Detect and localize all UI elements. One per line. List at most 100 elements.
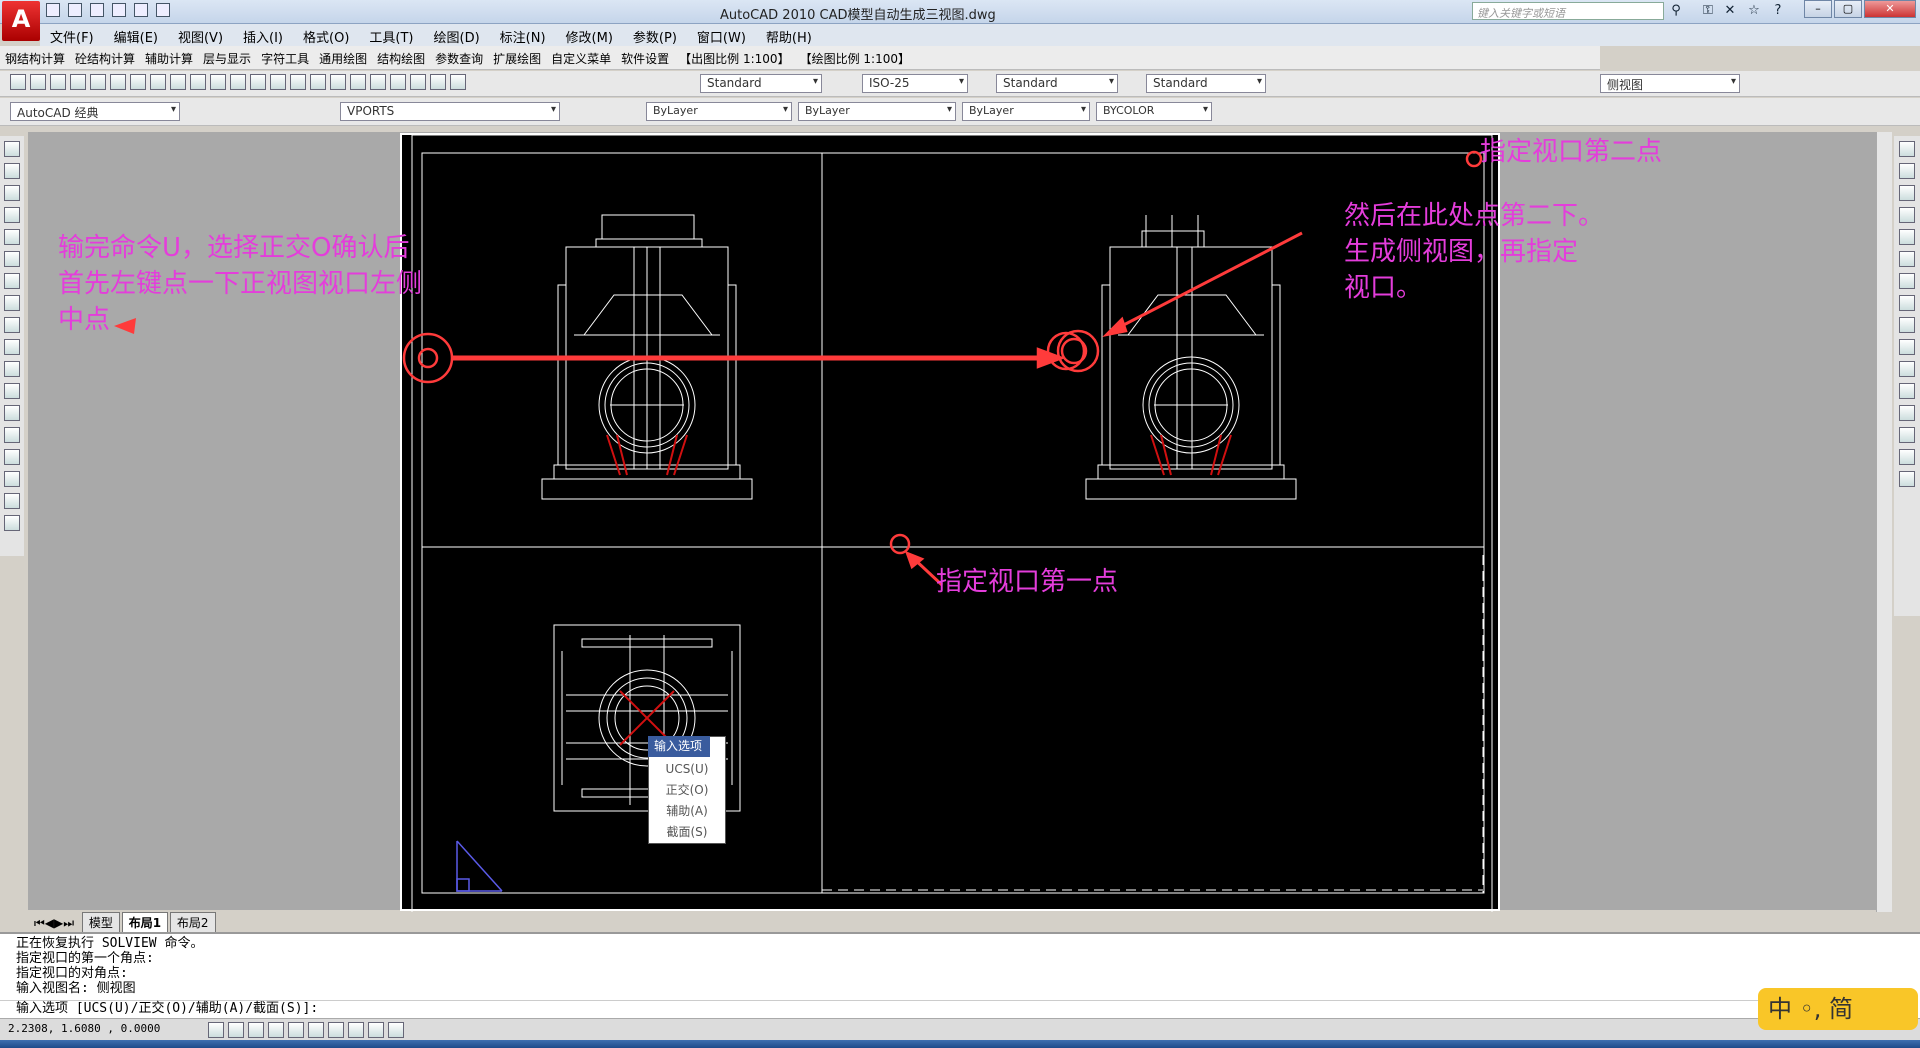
revcloud-icon[interactable]: [4, 295, 20, 311]
lineweight-select[interactable]: ByLayer: [962, 102, 1090, 121]
gradient-icon[interactable]: [4, 449, 20, 465]
region-icon[interactable]: [4, 471, 20, 487]
maximize-button[interactable]: ▢: [1834, 0, 1862, 18]
zoom-icon[interactable]: [270, 74, 286, 90]
menu2-item[interactable]: 【绘图比例 1:100】: [795, 46, 915, 67]
menu2-item[interactable]: 自定义菜单: [546, 46, 616, 67]
construction-line-icon[interactable]: [4, 163, 20, 179]
hatch-icon[interactable]: [4, 427, 20, 443]
scale-icon[interactable]: [1899, 295, 1915, 311]
binoculars-icon[interactable]: ⚲: [1668, 3, 1684, 19]
ime-toolbar[interactable]: 中 ◦, 简: [1758, 988, 1918, 1030]
menu-parametric[interactable]: 参数(P): [623, 24, 687, 46]
menu2-item[interactable]: 层与显示: [198, 46, 256, 67]
spline-icon[interactable]: [4, 317, 20, 333]
menu2-item[interactable]: 砼结构计算: [70, 46, 140, 67]
copy-icon[interactable]: [150, 74, 166, 90]
key-icon[interactable]: ⚿: [1700, 3, 1716, 19]
rotate-icon[interactable]: [1899, 273, 1915, 289]
save-icon[interactable]: [50, 74, 66, 90]
point-icon[interactable]: [4, 405, 20, 421]
zoom-window-icon[interactable]: [290, 74, 306, 90]
circle-icon[interactable]: [4, 273, 20, 289]
tool-palette-icon[interactable]: [370, 74, 386, 90]
layout-paper[interactable]: [400, 133, 1500, 913]
paste-icon[interactable]: [170, 74, 186, 90]
rectangle-icon[interactable]: [4, 229, 20, 245]
workspace-select[interactable]: AutoCAD 经典: [10, 102, 180, 121]
menu2-item[interactable]: 辅助计算: [140, 46, 198, 67]
grid-toggle-icon[interactable]: [228, 1022, 244, 1038]
linetype-select[interactable]: ByLayer: [798, 102, 956, 121]
osnap-toggle-icon[interactable]: [288, 1022, 304, 1038]
menu-draw[interactable]: 绘图(D): [424, 24, 490, 46]
zoom-prev-icon[interactable]: [310, 74, 326, 90]
chamfer-icon[interactable]: [1899, 427, 1915, 443]
close-x-icon[interactable]: ✕: [1722, 3, 1738, 19]
vertical-scrollbar[interactable]: [1876, 132, 1892, 912]
view-select[interactable]: 侧视图: [1600, 74, 1740, 93]
move-icon[interactable]: [1899, 251, 1915, 267]
color-select[interactable]: ByLayer: [646, 102, 792, 121]
menu2-item[interactable]: 钢结构计算: [0, 46, 70, 67]
menu2-item[interactable]: 软件设置: [616, 46, 674, 67]
preview-icon[interactable]: [90, 74, 106, 90]
mleader-style-select[interactable]: Standard: [1146, 74, 1266, 93]
app-logo[interactable]: A: [2, 1, 40, 41]
menu-window[interactable]: 窗口(W): [687, 24, 756, 46]
tab-layout2[interactable]: 布局2: [169, 912, 216, 933]
properties-icon[interactable]: [330, 74, 346, 90]
line-icon[interactable]: [4, 141, 20, 157]
redo-icon[interactable]: [134, 3, 148, 17]
cut-icon[interactable]: [130, 74, 146, 90]
offset-icon[interactable]: [1899, 207, 1915, 223]
menu2-item[interactable]: 结构绘图: [372, 46, 430, 67]
match-prop-icon[interactable]: [190, 74, 206, 90]
explode-icon[interactable]: [1899, 471, 1915, 487]
layer-select[interactable]: VPORTS: [340, 102, 560, 121]
menu-dimension[interactable]: 标注(N): [490, 24, 556, 46]
context-item-auxiliary[interactable]: 辅助(A): [649, 801, 725, 822]
open-icon[interactable]: [68, 3, 82, 17]
menu2-item[interactable]: 通用绘图: [314, 46, 372, 67]
command-input[interactable]: 输入选项 [UCS(U)/正交(O)/辅助(A)/截面(S)]:: [0, 1000, 1880, 1018]
minimize-button[interactable]: –: [1804, 0, 1832, 18]
join-icon[interactable]: [1899, 405, 1915, 421]
print-icon[interactable]: [156, 3, 170, 17]
menu2-item[interactable]: 参数查询: [430, 46, 488, 67]
search-input[interactable]: 键入关键字或短语: [1472, 2, 1664, 20]
qp-toggle-icon[interactable]: [388, 1022, 404, 1038]
array-icon[interactable]: [1899, 229, 1915, 245]
close-button[interactable]: ✕: [1864, 0, 1916, 18]
erase-icon[interactable]: [1899, 141, 1915, 157]
break-icon[interactable]: [1899, 383, 1915, 399]
menu-file[interactable]: 文件(F): [40, 24, 104, 46]
lwt-toggle-icon[interactable]: [368, 1022, 384, 1038]
dim-style-select[interactable]: ISO-25: [862, 74, 968, 93]
menu2-item[interactable]: 字符工具: [256, 46, 314, 67]
undo-icon[interactable]: [210, 74, 226, 90]
trim-icon[interactable]: [1899, 339, 1915, 355]
make-block-icon[interactable]: [4, 383, 20, 399]
sheet-set-icon[interactable]: [390, 74, 406, 90]
redo-icon[interactable]: [230, 74, 246, 90]
mirror-icon[interactable]: [1899, 185, 1915, 201]
menu-tools[interactable]: 工具(T): [359, 24, 423, 46]
context-item-section[interactable]: 截面(S): [649, 822, 725, 843]
context-item-ucs[interactable]: UCS(U): [649, 759, 725, 780]
menu-modify[interactable]: 修改(M): [556, 24, 623, 46]
context-item-ortho[interactable]: 正交(O): [649, 780, 725, 801]
menu-view[interactable]: 视图(V): [168, 24, 233, 46]
copy-object-icon[interactable]: [1899, 163, 1915, 179]
polar-toggle-icon[interactable]: [268, 1022, 284, 1038]
publish-icon[interactable]: [110, 74, 126, 90]
dyn-toggle-icon[interactable]: [348, 1022, 364, 1038]
stretch-icon[interactable]: [1899, 317, 1915, 333]
ellipse-icon[interactable]: [4, 339, 20, 355]
plotstyle-select[interactable]: BYCOLOR: [1096, 102, 1212, 121]
menu-insert[interactable]: 插入(I): [233, 24, 293, 46]
table-icon[interactable]: [4, 493, 20, 509]
tab-layout1[interactable]: 布局1: [121, 912, 169, 933]
help-icon[interactable]: ?: [1770, 3, 1786, 19]
star-icon[interactable]: ☆: [1746, 3, 1762, 19]
